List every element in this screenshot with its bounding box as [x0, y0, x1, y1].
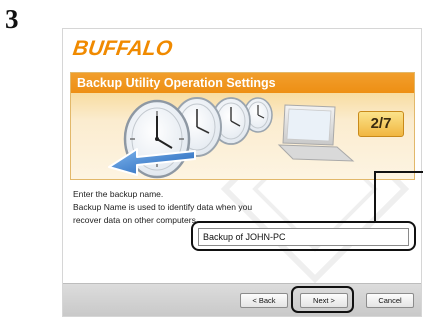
window-title: Backup Utility Operation Settings: [71, 73, 414, 93]
next-button[interactable]: Next >: [300, 293, 348, 308]
step-indicator-badge: 2/7: [358, 111, 404, 137]
brand-logo: BUFFALO: [71, 37, 174, 60]
laptop-icon: [277, 104, 355, 162]
backup-name-input[interactable]: [198, 228, 409, 246]
step-number: 3: [5, 4, 19, 34]
header-banner: Backup Utility Operation Settings 2/7: [70, 72, 415, 180]
instruction-line-3: recover data on other computers.: [73, 215, 199, 225]
cancel-button[interactable]: Cancel: [366, 293, 414, 308]
instruction-line-1: Enter the backup name.: [73, 189, 164, 199]
instruction-line-2: Backup Name is used to identify data whe…: [73, 202, 253, 212]
backup-utility-window: BUFFALO Backup Utility Operation Setting…: [62, 28, 422, 317]
callout-leader-horizontal: [374, 171, 423, 173]
back-button[interactable]: < Back: [240, 293, 288, 308]
callout-leader-vertical: [374, 171, 376, 223]
